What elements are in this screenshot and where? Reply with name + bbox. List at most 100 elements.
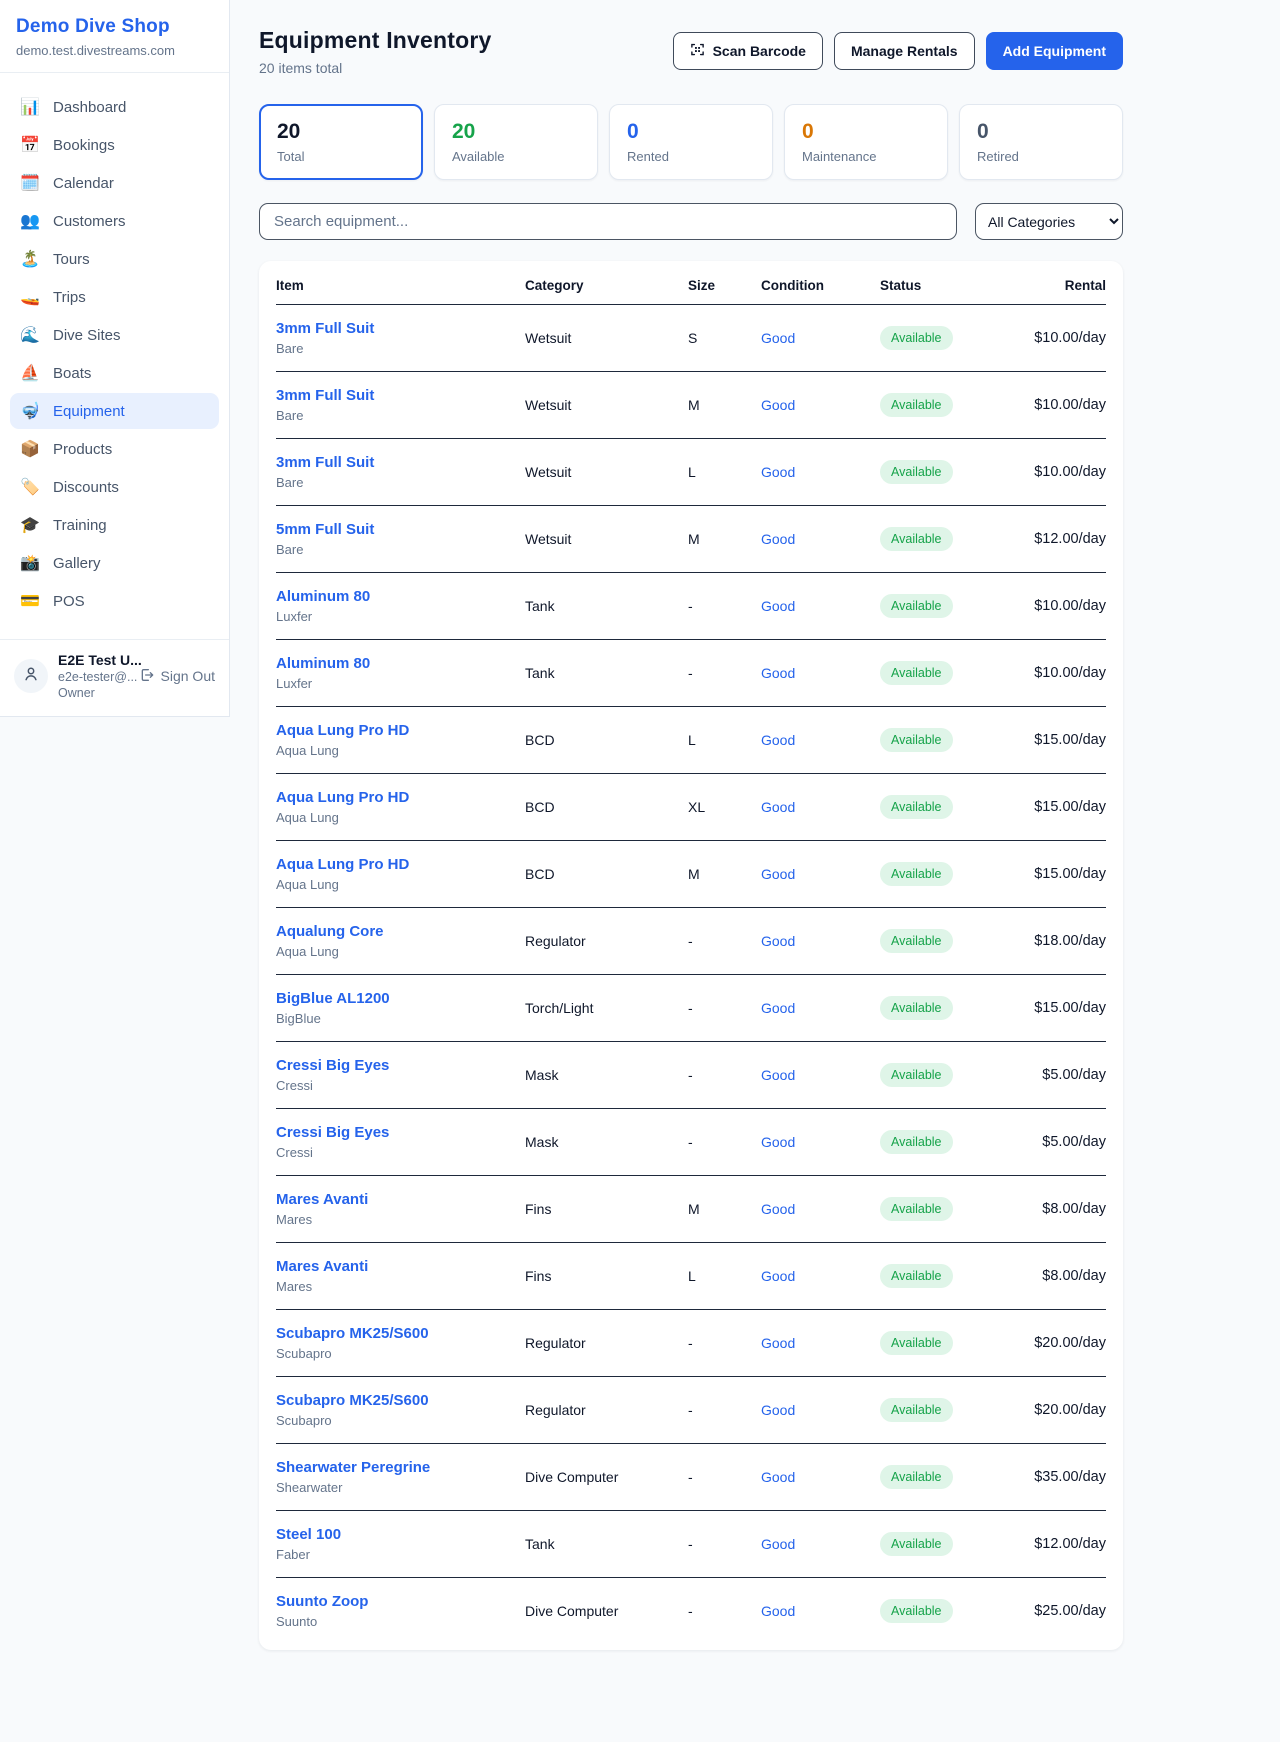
size-cell: M <box>688 531 761 547</box>
condition-link[interactable]: Good <box>761 799 880 815</box>
condition-link[interactable]: Good <box>761 1402 880 1418</box>
category-select[interactable]: All Categories <box>975 203 1123 240</box>
size-cell: M <box>688 1201 761 1217</box>
item-cell: 3mm Full Suit Bare <box>276 454 525 490</box>
item-cell: Aluminum 80 Luxfer <box>276 655 525 691</box>
sidebar-item-training[interactable]: 🎓 Training <box>10 507 219 543</box>
sidebar-item-customers[interactable]: 👥 Customers <box>10 203 219 239</box>
item-name-link[interactable]: BigBlue AL1200 <box>276 990 525 1007</box>
condition-link[interactable]: Good <box>761 330 880 346</box>
category-cell: Fins <box>525 1268 688 1284</box>
item-brand: Suunto <box>276 1614 525 1629</box>
rental-cell: $15.00/day <box>1012 732 1106 748</box>
item-cell: Aqualung Core Aqua Lung <box>276 923 525 959</box>
stat-card-total[interactable]: 20 Total <box>259 104 423 180</box>
condition-link[interactable]: Good <box>761 1201 880 1217</box>
item-name-link[interactable]: Aluminum 80 <box>276 588 525 605</box>
category-cell: Fins <box>525 1201 688 1217</box>
condition-link[interactable]: Good <box>761 1469 880 1485</box>
condition-link[interactable]: Good <box>761 397 880 413</box>
item-brand: Aqua Lung <box>276 944 525 959</box>
condition-link[interactable]: Good <box>761 665 880 681</box>
table-row: 3mm Full Suit Bare Wetsuit M Good Availa… <box>276 372 1106 439</box>
item-name-link[interactable]: Cressi Big Eyes <box>276 1124 525 1141</box>
status-cell: Available <box>880 393 1012 417</box>
item-cell: Cressi Big Eyes Cressi <box>276 1124 525 1160</box>
condition-link[interactable]: Good <box>761 1603 880 1619</box>
status-badge: Available <box>880 326 953 350</box>
sidebar-item-calendar[interactable]: 🗓️ Calendar <box>10 165 219 201</box>
user-role: Owner <box>58 686 127 700</box>
status-badge: Available <box>880 1331 953 1355</box>
condition-link[interactable]: Good <box>761 1536 880 1552</box>
condition-link[interactable]: Good <box>761 1134 880 1150</box>
item-name-link[interactable]: Aqua Lung Pro HD <box>276 722 525 739</box>
condition-link[interactable]: Good <box>761 732 880 748</box>
sidebar-item-gallery[interactable]: 📸 Gallery <box>10 545 219 581</box>
main-content: Equipment Inventory 20 items total Scan … <box>259 0 1123 1682</box>
sidebar-item-equipment[interactable]: 🤿 Equipment <box>10 393 219 429</box>
condition-link[interactable]: Good <box>761 1335 880 1351</box>
manage-rentals-button[interactable]: Manage Rentals <box>834 32 975 70</box>
category-cell: BCD <box>525 799 688 815</box>
category-cell: Mask <box>525 1134 688 1150</box>
column-header-category: Category <box>525 278 688 293</box>
scan-barcode-button[interactable]: Scan Barcode <box>673 32 823 70</box>
condition-link[interactable]: Good <box>761 866 880 882</box>
sidebar-item-dive-sites[interactable]: 🌊 Dive Sites <box>10 317 219 353</box>
item-cell: Scubapro MK25/S600 Scubapro <box>276 1392 525 1428</box>
item-name-link[interactable]: Aqualung Core <box>276 923 525 940</box>
item-name-link[interactable]: Mares Avanti <box>276 1258 525 1275</box>
brand-block: Demo Dive Shop demo.test.divestreams.com <box>0 14 229 73</box>
item-name-link[interactable]: Scubapro MK25/S600 <box>276 1392 525 1409</box>
item-name-link[interactable]: Steel 100 <box>276 1526 525 1543</box>
nav-icon: 🌊 <box>20 325 40 345</box>
table-row: Mares Avanti Mares Fins M Good Available… <box>276 1176 1106 1243</box>
stat-value: 20 <box>277 120 405 144</box>
status-cell: Available <box>880 929 1012 953</box>
sidebar-item-dashboard[interactable]: 📊 Dashboard <box>10 89 219 125</box>
sidebar-item-bookings[interactable]: 📅 Bookings <box>10 127 219 163</box>
stat-card-retired[interactable]: 0 Retired <box>959 104 1123 180</box>
status-cell: Available <box>880 1331 1012 1355</box>
sidebar-item-pos[interactable]: 💳 POS <box>10 583 219 619</box>
condition-link[interactable]: Good <box>761 531 880 547</box>
item-name-link[interactable]: Shearwater Peregrine <box>276 1459 525 1476</box>
rental-cell: $25.00/day <box>1012 1603 1106 1619</box>
nav-label: Dashboard <box>53 99 126 116</box>
item-name-link[interactable]: 5mm Full Suit <box>276 521 525 538</box>
item-name-link[interactable]: 3mm Full Suit <box>276 454 525 471</box>
table-row: Aluminum 80 Luxfer Tank - Good Available… <box>276 640 1106 707</box>
sidebar-item-discounts[interactable]: 🏷️ Discounts <box>10 469 219 505</box>
table-row: 5mm Full Suit Bare Wetsuit M Good Availa… <box>276 506 1106 573</box>
condition-link[interactable]: Good <box>761 598 880 614</box>
stat-value: 0 <box>977 120 1105 144</box>
item-name-link[interactable]: Scubapro MK25/S600 <box>276 1325 525 1342</box>
nav-icon: 👥 <box>20 211 40 231</box>
search-input[interactable] <box>259 203 957 240</box>
item-name-link[interactable]: 3mm Full Suit <box>276 387 525 404</box>
add-equipment-button[interactable]: Add Equipment <box>986 32 1123 70</box>
condition-link[interactable]: Good <box>761 1067 880 1083</box>
sidebar-item-tours[interactable]: 🏝️ Tours <box>10 241 219 277</box>
stat-card-maintenance[interactable]: 0 Maintenance <box>784 104 948 180</box>
condition-link[interactable]: Good <box>761 1268 880 1284</box>
sign-out-button[interactable]: Sign Out <box>139 667 215 686</box>
item-name-link[interactable]: Suunto Zoop <box>276 1593 525 1610</box>
item-name-link[interactable]: Cressi Big Eyes <box>276 1057 525 1074</box>
item-name-link[interactable]: Mares Avanti <box>276 1191 525 1208</box>
condition-link[interactable]: Good <box>761 933 880 949</box>
condition-link[interactable]: Good <box>761 1000 880 1016</box>
sidebar-item-boats[interactable]: ⛵ Boats <box>10 355 219 391</box>
item-name-link[interactable]: Aqua Lung Pro HD <box>276 789 525 806</box>
sidebar-item-products[interactable]: 📦 Products <box>10 431 219 467</box>
item-name-link[interactable]: 3mm Full Suit <box>276 320 525 337</box>
item-name-link[interactable]: Aqua Lung Pro HD <box>276 856 525 873</box>
item-name-link[interactable]: Aluminum 80 <box>276 655 525 672</box>
stat-card-rented[interactable]: 0 Rented <box>609 104 773 180</box>
table-row: Shearwater Peregrine Shearwater Dive Com… <box>276 1444 1106 1511</box>
equipment-table: Item Category Size Condition Status Rent… <box>259 261 1123 1650</box>
sidebar-item-trips[interactable]: 🚤 Trips <box>10 279 219 315</box>
stat-card-available[interactable]: 20 Available <box>434 104 598 180</box>
condition-link[interactable]: Good <box>761 464 880 480</box>
